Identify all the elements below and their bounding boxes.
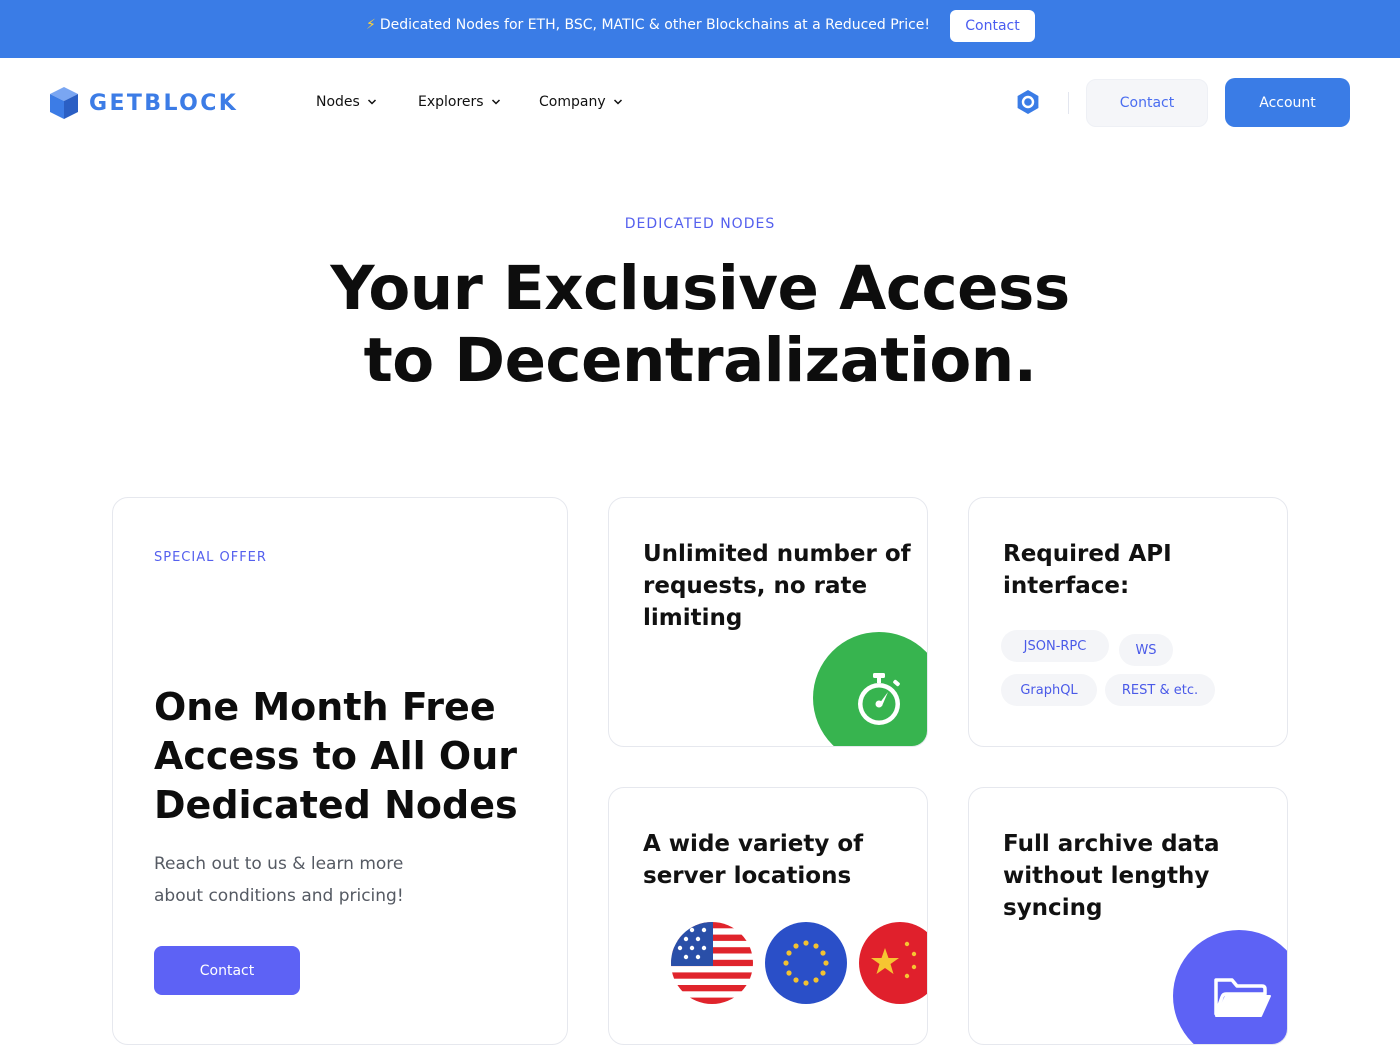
api-tag-json-rpc: JSON-RPC <box>1001 630 1109 662</box>
api-tag-ws: WS <box>1119 634 1173 666</box>
nav-account-button[interactable]: Account <box>1225 78 1350 127</box>
hero-title-line1: Your Exclusive Access <box>330 253 1070 324</box>
nav-divider <box>1068 92 1069 114</box>
nav-explorers[interactable]: Explorers <box>418 94 501 110</box>
feature-title: A wide variety of server locations <box>643 831 864 889</box>
special-offer-card: SPECIAL OFFER One Month Free Access to A… <box>112 497 568 1045</box>
offer-title: One Month Free Access to All Our Dedicat… <box>154 685 518 827</box>
nav-explorers-label: Explorers <box>418 94 484 110</box>
folder-icon <box>1214 978 1271 1017</box>
nav-company[interactable]: Company <box>539 94 623 110</box>
feature-card-locations: A wide variety of server locations <box>608 787 928 1045</box>
hexagon-settings-icon[interactable] <box>1015 89 1041 115</box>
eu-flag-icon <box>765 922 847 1004</box>
api-tag-rest: REST & etc. <box>1105 674 1215 706</box>
nav-nodes-label: Nodes <box>316 94 360 110</box>
hero-title-line2: to Decentralization. <box>363 325 1037 396</box>
feature-title: Full archive data without lengthy syncin… <box>1003 831 1220 921</box>
us-flag-icon <box>671 922 753 1004</box>
feature-card-archive: Full archive data without lengthy syncin… <box>968 787 1288 1045</box>
logo[interactable]: GETBLOCK <box>49 86 238 120</box>
promo-banner: ⚡ Dedicated Nodes for ETH, BSC, MATIC & o… <box>0 0 1400 58</box>
offer-description: Reach out to us & learn more about condi… <box>154 848 454 912</box>
chevron-down-icon <box>491 99 500 105</box>
logo-text: GETBLOCK <box>89 90 239 116</box>
nav-contact-button[interactable]: Contact <box>1086 79 1208 127</box>
hero-eyebrow: DEDICATED NODES <box>624 216 776 232</box>
api-tag-graphql: GraphQL <box>1001 674 1097 706</box>
feature-title: Required API interface: <box>1003 541 1172 599</box>
feature-card-api: Required API interface: JSON-RPC WS Grap… <box>968 497 1288 747</box>
cube-logo-icon <box>50 87 78 119</box>
stopwatch-icon <box>858 673 900 725</box>
nav-nodes[interactable]: Nodes <box>316 94 377 110</box>
offer-eyebrow: SPECIAL OFFER <box>154 550 267 565</box>
promo-contact-button[interactable]: Contact <box>950 10 1035 42</box>
feature-card-requests: Unlimited number of requests, no rate li… <box>608 497 928 747</box>
offer-desc-line2: about conditions and pricing! <box>154 886 404 906</box>
hero-title: Your Exclusive Access to Decentralizatio… <box>0 253 1400 397</box>
china-flag-icon <box>859 922 927 1004</box>
promo-message: Dedicated Nodes for ETH, BSC, MATIC & ot… <box>379 17 930 33</box>
offer-desc-line1: Reach out to us & learn more <box>154 854 404 874</box>
offer-contact-button[interactable]: Contact <box>154 946 300 995</box>
chevron-down-icon <box>367 99 376 105</box>
promo-text: ⚡ Dedicated Nodes for ETH, BSC, MATIC & o… <box>366 17 930 33</box>
feature-title: Unlimited number of requests, no rate li… <box>643 541 911 631</box>
chevron-down-icon <box>613 99 622 105</box>
nav-company-label: Company <box>539 94 606 110</box>
lightning-icon: ⚡ <box>366 17 376 33</box>
